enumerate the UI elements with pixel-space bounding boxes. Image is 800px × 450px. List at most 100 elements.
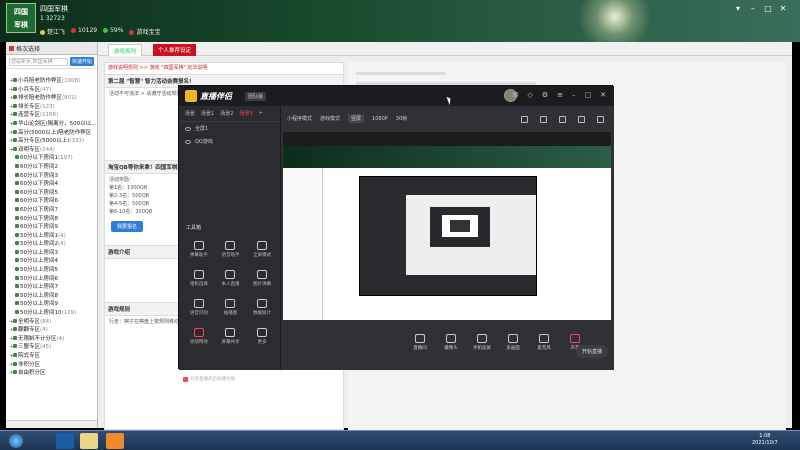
tab-miniprogram[interactable]: 小程序模式 <box>287 115 312 122</box>
sidebar-room-item[interactable]: + 连营专区(1166) <box>6 111 97 120</box>
share-icon[interactable] <box>597 116 604 123</box>
maximize-icon[interactable]: □ <box>585 91 592 99</box>
maximize-icon[interactable]: □ <box>763 4 773 13</box>
sidebar-room-item[interactable]: 50分以上房间4 <box>6 257 97 266</box>
tool-image[interactable]: 图片弹幕 <box>246 270 278 287</box>
sidebar-room-item[interactable]: + 全明专区(84) <box>6 318 97 327</box>
orientation-badge[interactable]: 竖屏 <box>348 114 365 123</box>
sidebar-room-item[interactable]: 50分以上房间10(129) <box>6 309 97 318</box>
taskbar-app-douyin[interactable] <box>106 433 124 449</box>
tool-self-live[interactable]: 本人直播 <box>215 270 247 287</box>
sidebar-room-item[interactable]: + 双明专区(244) <box>6 146 97 155</box>
tool-more[interactable]: 更多 <box>246 328 278 345</box>
eye-icon[interactable] <box>185 126 191 131</box>
sidebar-room-item[interactable]: + 小兵专区(47) <box>6 86 97 95</box>
live-room-button[interactable]: 直播间 <box>409 330 431 370</box>
sidebar-room-item[interactable]: 60分以下房间2 <box>6 163 97 172</box>
sidebar-room-item[interactable]: + 排长专区(123) <box>6 103 97 112</box>
sidebar-room-item[interactable]: + 三盟专区(45) <box>6 343 97 352</box>
quick-start-button[interactable]: 快速开始 <box>69 57 94 66</box>
lock-icon[interactable] <box>540 116 547 123</box>
tab-scene-3[interactable]: 场景3 <box>239 110 252 117</box>
quick-search-input[interactable]: 您是新手,四国军棋 <box>9 57 68 66</box>
sidebar-room-item[interactable]: 50分以上房间8 <box>6 292 97 301</box>
sidebar-room-item[interactable]: 50分以上房间5 <box>6 266 97 275</box>
close-icon[interactable]: ✕ <box>778 4 788 13</box>
tool-voice[interactable]: 语音助手 <box>215 241 247 258</box>
tab-game-rules[interactable]: 游戏规则 <box>108 44 143 56</box>
sidebar-room-item[interactable]: 60分以下房间1(197) <box>6 154 97 163</box>
sidebar-room-item[interactable]: 50分以上房间6 <box>6 275 97 284</box>
sidebar-room-item[interactable]: + 无限制不计分区(4) <box>6 335 97 344</box>
sidebar-room-item[interactable]: 50分以上房间3 <box>6 249 97 258</box>
resolution-label[interactable]: 1080P <box>372 116 388 122</box>
tab-scene-2[interactable]: 场景2 <box>220 110 233 117</box>
edition-badge[interactable]: 团队版 <box>245 92 267 101</box>
sidebar-room-item[interactable]: 60分以下房间5 <box>6 189 97 198</box>
source-item[interactable]: QQ游戏 <box>179 135 280 148</box>
minimize-icon[interactable]: – <box>748 4 758 13</box>
sidebar-room-item[interactable]: + 翻翻专区(4) <box>6 326 97 335</box>
message-icon[interactable]: ✉ <box>513 91 519 99</box>
sidebar-room-item[interactable]: 50分以上房间2(4) <box>6 240 97 249</box>
tool-danmaku[interactable]: 弹幕助手 <box>183 241 215 258</box>
menu-icon[interactable]: ▾ <box>733 4 743 13</box>
taskbar-app-qq[interactable] <box>80 433 98 449</box>
settings-icon[interactable]: ⚙ <box>542 91 548 99</box>
breadcrumb[interactable]: 游戏说明规则 >> 游戏 "四国军棋" 玩法说明 <box>105 63 343 71</box>
tool-effects[interactable]: 添加特效 <box>183 328 215 345</box>
tool-stats[interactable]: 数据统计 <box>246 299 278 316</box>
sidebar-room-item[interactable]: 50分以上房间1(4) <box>6 232 97 241</box>
add-scene-button[interactable]: + <box>259 110 263 117</box>
sidebar-room-item[interactable]: 60分以下房间8 <box>6 215 97 224</box>
sidebar-room-item[interactable]: + 非积分区 <box>6 361 97 370</box>
multi-view-button[interactable]: 多画面 <box>502 330 524 370</box>
source-item[interactable]: 全屏1 <box>179 122 280 135</box>
microphone-button[interactable]: 麦克风 <box>533 330 555 370</box>
tool-fullscreen[interactable]: 全屏模式 <box>246 241 278 258</box>
sidebar-room-item[interactable]: 60分以下房间7 <box>6 206 97 215</box>
sidebar-room-item[interactable]: + 排长陪老防作弊区(801) <box>6 94 97 103</box>
sidebar-scrollbar[interactable] <box>6 420 97 428</box>
tab-scene-1[interactable]: 场景1 <box>201 110 214 117</box>
start-live-button[interactable]: 开始直播 <box>575 345 608 358</box>
tool-insert[interactable]: 插播图 <box>215 299 247 316</box>
sidebar-tab[interactable]: 格次选择 <box>6 42 97 55</box>
signup-button[interactable]: 我要报名 <box>111 221 144 232</box>
sidebar-room-item[interactable]: + 小兵陪老防作弊区(1008) <box>6 77 97 86</box>
sidebar-room-item[interactable]: 50分以上房间9 <box>6 300 97 309</box>
phone-cast-button[interactable]: 手机投屏 <box>471 330 493 370</box>
sidebar-room-item[interactable]: 50分以上房间7 <box>6 283 97 292</box>
tool-camera[interactable]: 相机选择 <box>183 270 215 287</box>
shield-icon[interactable]: ◇ <box>527 91 532 99</box>
camera-button[interactable]: 摄像头 <box>440 330 462 370</box>
stat-item[interactable]: 游戏宝宝 <box>129 27 160 36</box>
sidebar-room-item[interactable]: + 高分(5000以上)陪老防作弊区 <box>6 129 97 138</box>
bell-icon[interactable] <box>578 116 585 123</box>
tab-game-mode[interactable]: 游戏模式 <box>320 115 340 122</box>
tab-scene[interactable]: 场景 <box>185 110 195 117</box>
start-button[interactable] <box>9 434 23 448</box>
sidebar-room-item[interactable]: 60分以下房间3 <box>6 172 97 181</box>
sidebar-room-item[interactable]: + 院式专区 <box>6 352 97 361</box>
tab-personal-settings[interactable]: 个人推荐设定 <box>153 44 197 56</box>
system-clock[interactable]: 1:08 2021/10/7 <box>752 433 778 447</box>
menu-icon[interactable]: ≡ <box>557 91 563 99</box>
sidebar-room-item[interactable]: 60分以下房间4 <box>6 180 97 189</box>
recorder-footer[interactable]: 分享直播开启快捷功能 <box>183 376 235 382</box>
sidebar-room-item[interactable]: 60分以下房间9 <box>6 223 97 232</box>
tool-speech[interactable]: 语音识别 <box>183 299 215 316</box>
fps-label[interactable]: 30帧 <box>396 115 407 122</box>
close-icon[interactable]: ✕ <box>600 91 606 99</box>
sidebar-room-item[interactable]: + 华山论剑区(隔离分，500以以... <box>6 120 97 129</box>
rotate-icon[interactable] <box>521 116 528 123</box>
taskbar-app-ie[interactable] <box>56 433 74 449</box>
sidebar-room-item[interactable]: 60分以下房间6 <box>6 197 97 206</box>
live-preview[interactable] <box>283 132 611 320</box>
eye-icon[interactable] <box>185 139 191 144</box>
sidebar-room-item[interactable]: + 高分专区(5000以上)(333) <box>6 137 97 146</box>
tool-screen-share[interactable]: 屏幕共享 <box>215 328 247 345</box>
minimize-icon[interactable]: – <box>572 91 576 99</box>
user-icon[interactable] <box>559 116 566 123</box>
sidebar-room-item[interactable]: + 自由积分区 <box>6 369 97 378</box>
